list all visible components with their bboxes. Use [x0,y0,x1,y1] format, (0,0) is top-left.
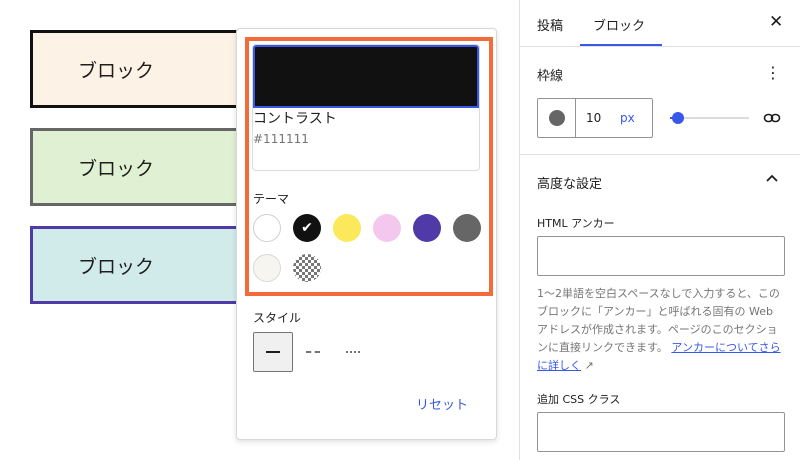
chevron-up-icon[interactable] [765,171,779,187]
sidebar-tabs: 投稿 ブロック ✕ [520,0,800,47]
border-panel: 枠線 ⋮ 10 px [520,47,800,155]
active-tab-indicator [580,44,662,46]
border-color-button[interactable] [538,99,576,137]
close-icon[interactable]: ✕ [769,12,783,32]
theme-label: テーマ [253,192,290,206]
swatch-white[interactable] [253,214,281,242]
css-class-input[interactable] [537,412,785,452]
style-solid-button[interactable] [253,332,293,372]
anchor-input[interactable] [537,236,785,276]
color-picker-popover: コントラスト #111111 テーマ ✔ スタイル リセット [236,28,497,440]
tab-post[interactable]: 投稿 [537,15,563,34]
border-control: 10 px [537,98,653,138]
border-width-slider[interactable] [670,112,749,124]
more-options-icon[interactable]: ⋮ [765,63,781,82]
swatch-transparent[interactable] [293,254,321,282]
swatch-contrast[interactable]: ✔ [293,214,321,242]
block-2-label: ブロック [78,157,155,180]
external-link-icon: ↗ [584,359,594,372]
swatch-gray[interactable] [453,214,481,242]
swatch-purple[interactable] [413,214,441,242]
style-dotted-button[interactable] [333,332,373,372]
checkmark-icon: ✔ [301,220,313,236]
block-1[interactable]: ブロック [30,30,260,108]
css-class-label: 追加 CSS クラス [537,393,621,406]
border-style-options [253,332,373,372]
swatch-yellow[interactable] [333,214,361,242]
theme-swatches: ✔ [253,214,483,282]
style-label: スタイル [253,311,302,325]
advanced-title[interactable]: 高度な設定 [537,173,602,192]
tab-block[interactable]: ブロック [593,15,645,34]
solid-line-icon [266,351,280,353]
block-2[interactable]: ブロック [30,128,260,206]
anchor-label: HTML アンカー [537,217,615,230]
swatch-off-white[interactable] [253,254,281,282]
settings-sidebar: 投稿 ブロック ✕ 枠線 ⋮ 10 px 高度な設定 HTML アンカー 1〜2… [519,0,800,460]
border-title: 枠線 [537,69,564,84]
link-sides-icon[interactable] [763,109,781,131]
block-3[interactable]: ブロック [30,226,260,304]
slider-thumb[interactable] [671,112,684,124]
border-color-dot [548,110,565,126]
anchor-help-text: 1〜2単語を空白スペースなしで入力すると、このブロックに「アンカー」と呼ばれる固… [537,285,787,375]
dotted-line-icon [346,351,360,353]
border-unit-select[interactable]: px [620,111,635,125]
style-dashed-button[interactable] [293,332,333,372]
block-3-label: ブロック [78,255,155,278]
swatch-pink[interactable] [373,214,401,242]
dashed-line-icon [306,351,320,353]
block-1-label: ブロック [78,59,155,82]
reset-button[interactable]: リセット [416,394,468,413]
border-width-input[interactable]: 10 [586,111,616,125]
